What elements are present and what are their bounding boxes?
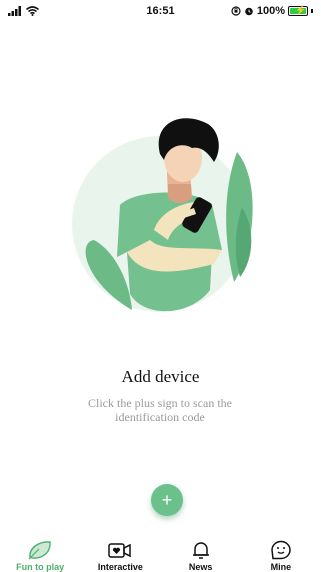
page-subtitle: Click the plus sign to scan the identifi…	[88, 396, 232, 424]
battery-cap	[311, 9, 313, 13]
signal-icon	[8, 6, 21, 16]
tab-label: News	[188, 562, 213, 572]
page-title: Add device	[121, 367, 200, 386]
tab-label: Interactive	[97, 562, 143, 572]
battery-percent: 100%	[256, 5, 285, 17]
video-heart-icon	[108, 543, 132, 558]
wifi-icon	[26, 6, 39, 16]
person-with-phone-illustration	[72, 118, 253, 312]
leaf-icon	[28, 541, 51, 560]
alarm-icon	[245, 7, 253, 16]
person-neck-shadow	[168, 184, 192, 203]
bell-icon	[192, 542, 209, 559]
status-left	[8, 6, 39, 16]
plus-icon: +	[161, 490, 173, 510]
status-bar: 16:51 100% ⚡	[0, 0, 321, 22]
tab-label: Fun to play	[16, 562, 65, 572]
battery-icon: ⚡	[288, 5, 308, 16]
face-icon	[271, 540, 291, 560]
orientation-lock-icon	[231, 6, 241, 16]
tab-interactive[interactable]: Interactive	[80, 540, 160, 572]
tab-mine[interactable]: Mine	[241, 540, 321, 572]
charging-bolt-icon: ⚡	[295, 5, 307, 15]
tab-news[interactable]: News	[161, 540, 241, 572]
status-right: 100% ⚡	[231, 5, 313, 17]
bottom-tab-bar: Fun to play Interactive News Mine	[0, 534, 321, 572]
tab-fun-to-play[interactable]: Fun to play	[0, 540, 80, 572]
add-device-button[interactable]: +	[151, 484, 183, 516]
tab-label: Mine	[270, 562, 292, 572]
